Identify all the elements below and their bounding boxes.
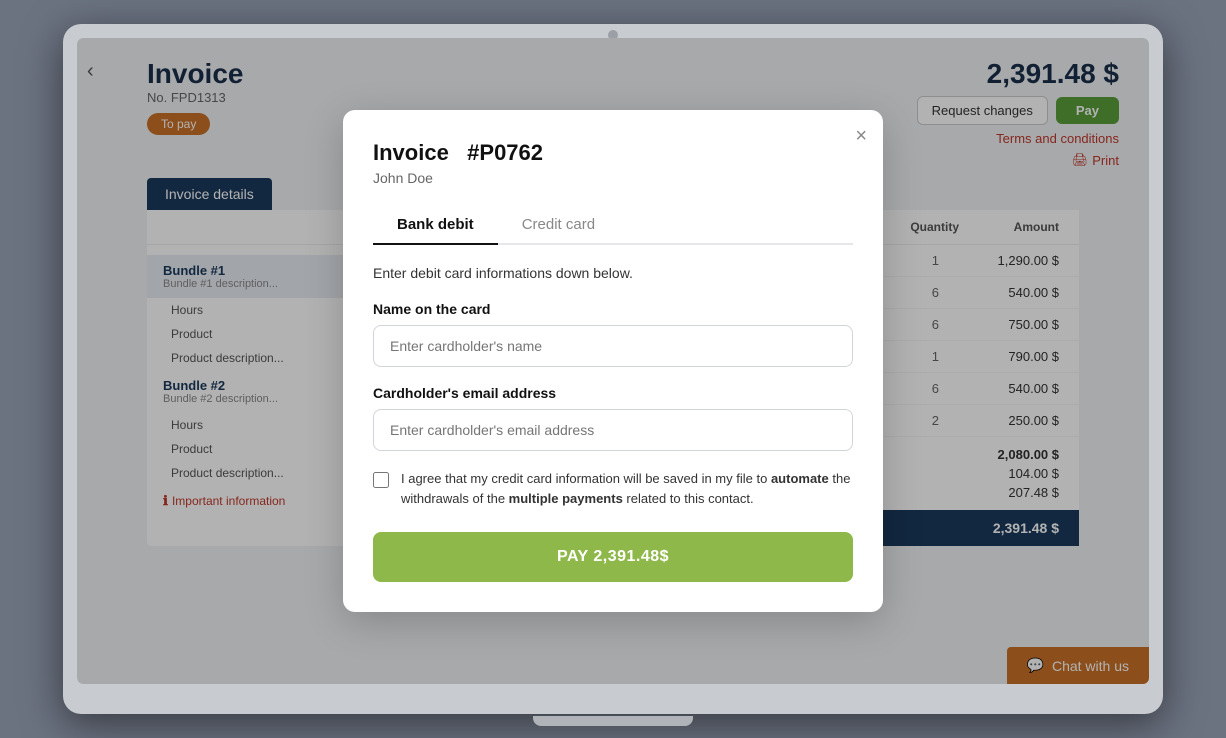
card-name-input[interactable]	[373, 325, 853, 367]
tab-bank-debit[interactable]: Bank debit	[373, 206, 498, 245]
tab-credit-card[interactable]: Credit card	[498, 206, 619, 243]
card-name-label: Name on the card	[373, 301, 853, 317]
modal-title: Invoice #P0762	[373, 140, 543, 165]
pay-submit-button[interactable]: PAY 2,391.48$	[373, 532, 853, 582]
modal-overlay: × Invoice #P0762 John Doe Bank debit Cre…	[77, 38, 1149, 684]
modal-tabs: Bank debit Credit card	[373, 206, 853, 245]
consent-text: I agree that my credit card information …	[401, 469, 853, 508]
modal-close-button[interactable]: ×	[855, 126, 867, 146]
payment-modal: × Invoice #P0762 John Doe Bank debit Cre…	[343, 110, 883, 612]
laptop-base	[533, 716, 693, 726]
modal-customer-name: John Doe	[373, 170, 853, 186]
modal-description: Enter debit card informations down below…	[373, 265, 853, 281]
card-email-label: Cardholder's email address	[373, 385, 853, 401]
card-email-input[interactable]	[373, 409, 853, 451]
consent-checkbox[interactable]	[373, 472, 389, 488]
